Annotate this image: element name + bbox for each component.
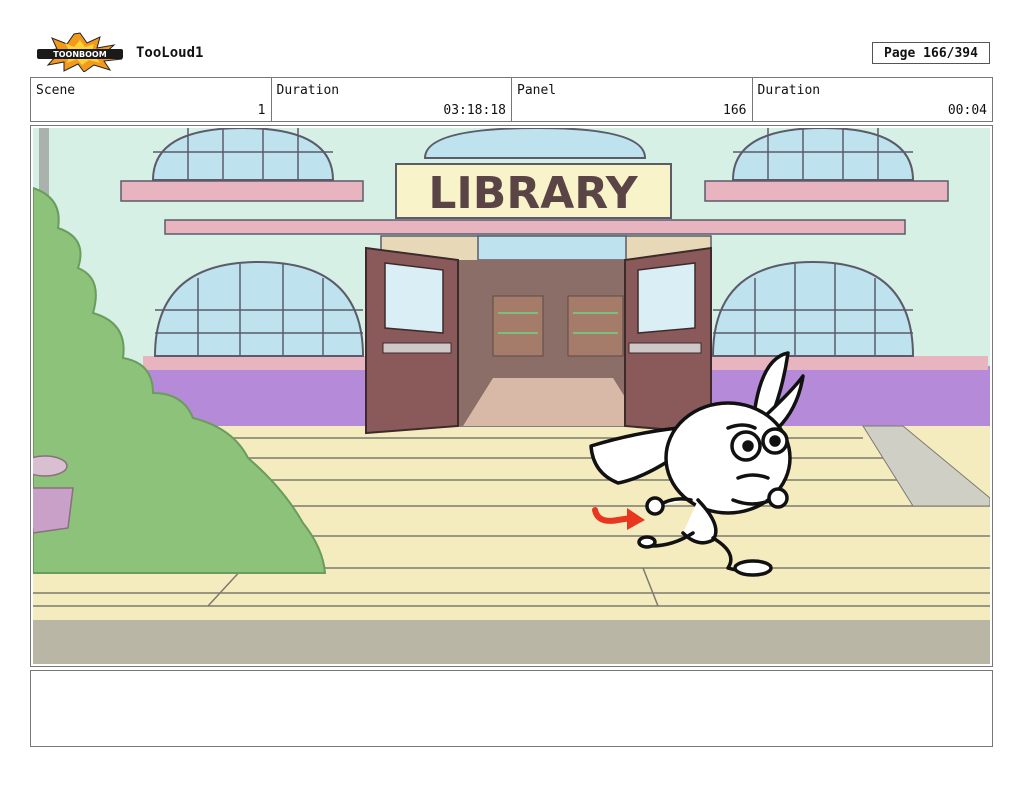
toonboom-logo: TOONBOOM: [37, 32, 123, 72]
panel-cell: Panel 166: [512, 78, 753, 121]
project-title: TooLoud1: [136, 45, 204, 61]
panel-notes-box: [30, 670, 993, 747]
page-counter: Page 166/394: [872, 42, 990, 64]
panel-info-table: Scene 1 Duration 03:18:18 Panel 166 Dura…: [30, 77, 993, 122]
logo-text: TOONBOOM: [53, 50, 106, 59]
panel-duration-label: Duration: [757, 83, 821, 98]
scene-cell: Scene 1: [31, 78, 272, 121]
scene-duration-value: 03:18:18: [443, 103, 506, 118]
panel-duration-value: 00:04: [947, 103, 987, 118]
sidewalk-edge: [33, 620, 990, 664]
scene-value: 1: [257, 103, 266, 118]
panel-value: 166: [723, 103, 747, 118]
panel-label: Panel: [517, 83, 557, 98]
scene-duration-cell: Duration 03:18:18: [272, 78, 512, 121]
scene-label: Scene: [36, 83, 76, 98]
panel-duration-cell: Duration 00:04: [753, 78, 993, 121]
scene-duration-label: Duration: [276, 83, 340, 98]
library-sign-text: LIBRARY: [428, 168, 638, 219]
planter: [33, 487, 74, 534]
storyboard-panel-image: LIBRARY: [33, 128, 990, 664]
